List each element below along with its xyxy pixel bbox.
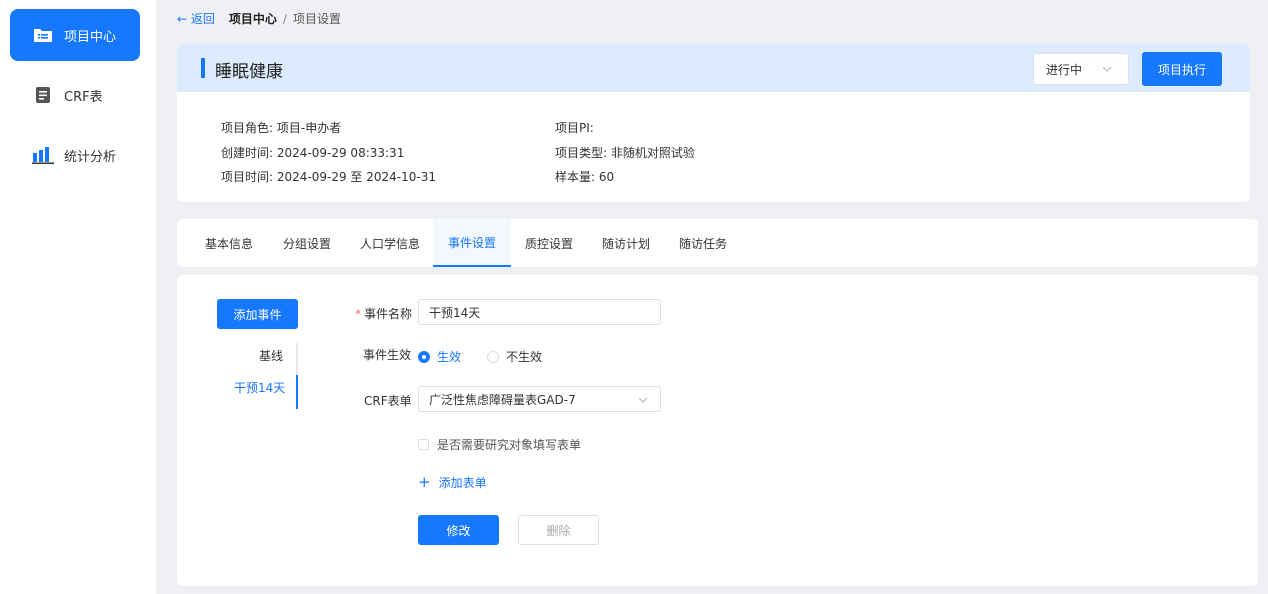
bar-chart-icon — [32, 145, 54, 165]
event-effect-radio-group: 生效 不生效 — [418, 348, 568, 365]
info-pi: 项目PI: — [555, 121, 594, 135]
document-icon — [32, 85, 54, 105]
project-execute-button[interactable]: 项目执行 — [1142, 52, 1222, 86]
back-link[interactable]: ← 返回 — [177, 10, 215, 27]
sidebar-item-project-center[interactable]: 项目中心 — [10, 9, 140, 61]
add-event-button[interactable]: 添加事件 — [217, 299, 298, 329]
folder-list-icon — [32, 25, 54, 45]
event-settings-panel: 添加事件 基线 干预14天 *事件名称 事件生效 生效 不生效 CRF表单 广泛… — [177, 275, 1258, 586]
sidebar-item-statistics[interactable]: 统计分析 — [10, 129, 140, 181]
event-list-active-indicator — [296, 375, 298, 409]
subject-fill-checkbox[interactable] — [418, 439, 429, 450]
tab-followup-plan[interactable]: 随访计划 — [602, 219, 650, 267]
tab-basic-info[interactable]: 基本信息 — [205, 219, 253, 267]
sidebar-item-label: CRF表 — [64, 89, 103, 105]
event-name-input[interactable] — [418, 299, 661, 325]
title-accent-bar — [201, 58, 205, 78]
crf-select-value: 广泛性焦虑障碍量表GAD-7 — [429, 392, 576, 407]
tab-group-settings[interactable]: 分组设置 — [283, 219, 331, 267]
sidebar-item-label: 统计分析 — [64, 149, 117, 165]
breadcrumb-project-settings: 项目设置 — [292, 12, 341, 26]
edit-button[interactable]: 修改 — [418, 515, 499, 545]
add-form-link[interactable]: + 添加表单 — [418, 474, 487, 491]
plus-icon: + — [418, 473, 431, 491]
event-item-baseline[interactable]: 基线 — [259, 347, 283, 364]
delete-button[interactable]: 删除 — [518, 515, 599, 545]
project-header: 睡眠健康 进行中 项目执行 — [177, 44, 1250, 92]
tab-event-settings[interactable]: 事件设置 — [433, 219, 512, 267]
chevron-down-icon — [638, 394, 648, 408]
event-item-intervention[interactable]: 干预14天 — [234, 379, 285, 396]
status-select[interactable]: 进行中 — [1033, 53, 1129, 85]
tab-qc-settings[interactable]: 质控设置 — [525, 219, 573, 267]
breadcrumb-project-center[interactable]: 项目中心 — [229, 10, 277, 27]
breadcrumb-separator: / — [282, 11, 287, 26]
info-role: 项目角色: 项目-申办者 — [221, 121, 342, 135]
project-card: 睡眠健康 进行中 项目执行 项目角色: 项目-申办者 创建时间: 2024-09… — [177, 44, 1250, 202]
tab-demographics[interactable]: 人口学信息 — [360, 219, 420, 267]
radio-not-effective[interactable]: 不生效 — [487, 348, 542, 365]
chevron-down-icon — [1102, 63, 1112, 77]
info-period: 项目时间: 2024-09-29 至 2024-10-31 — [221, 170, 436, 184]
sidebar-item-label: 项目中心 — [64, 29, 117, 45]
radio-unchecked-icon — [487, 350, 500, 363]
tabs-bar: 基本信息 分组设置 人口学信息 事件设置 质控设置 随访计划 随访任务 — [177, 219, 1258, 267]
radio-checked-icon — [418, 350, 430, 363]
info-created: 创建时间: 2024-09-29 08:33:31 — [221, 146, 405, 160]
required-mark: * — [355, 307, 361, 321]
breadcrumb: ← 返回 项目中心 / 项目设置 — [177, 10, 341, 27]
sidebar: 项目中心 CRF表 统计分析 — [0, 0, 156, 594]
crf-form-label: CRF表单 — [364, 394, 412, 408]
project-title: 睡眠健康 — [215, 62, 283, 82]
info-type: 项目类型: 非随机对照试验 — [555, 146, 695, 160]
event-name-label: * 事件名称 — [355, 307, 413, 321]
status-select-value: 进行中 — [1046, 62, 1083, 77]
crf-form-select[interactable]: 广泛性焦虑障碍量表GAD-7 — [418, 386, 661, 412]
subject-fill-checkbox-row[interactable]: 是否需要研究对象填写表单 — [418, 436, 581, 453]
event-effect-label: 事件生效 — [363, 348, 412, 362]
sidebar-item-crf[interactable]: CRF表 — [10, 69, 140, 121]
tab-followup-tasks[interactable]: 随访任务 — [679, 219, 727, 267]
radio-effective[interactable]: 生效 — [418, 348, 461, 365]
info-sample: 样本量: 60 — [555, 170, 615, 184]
